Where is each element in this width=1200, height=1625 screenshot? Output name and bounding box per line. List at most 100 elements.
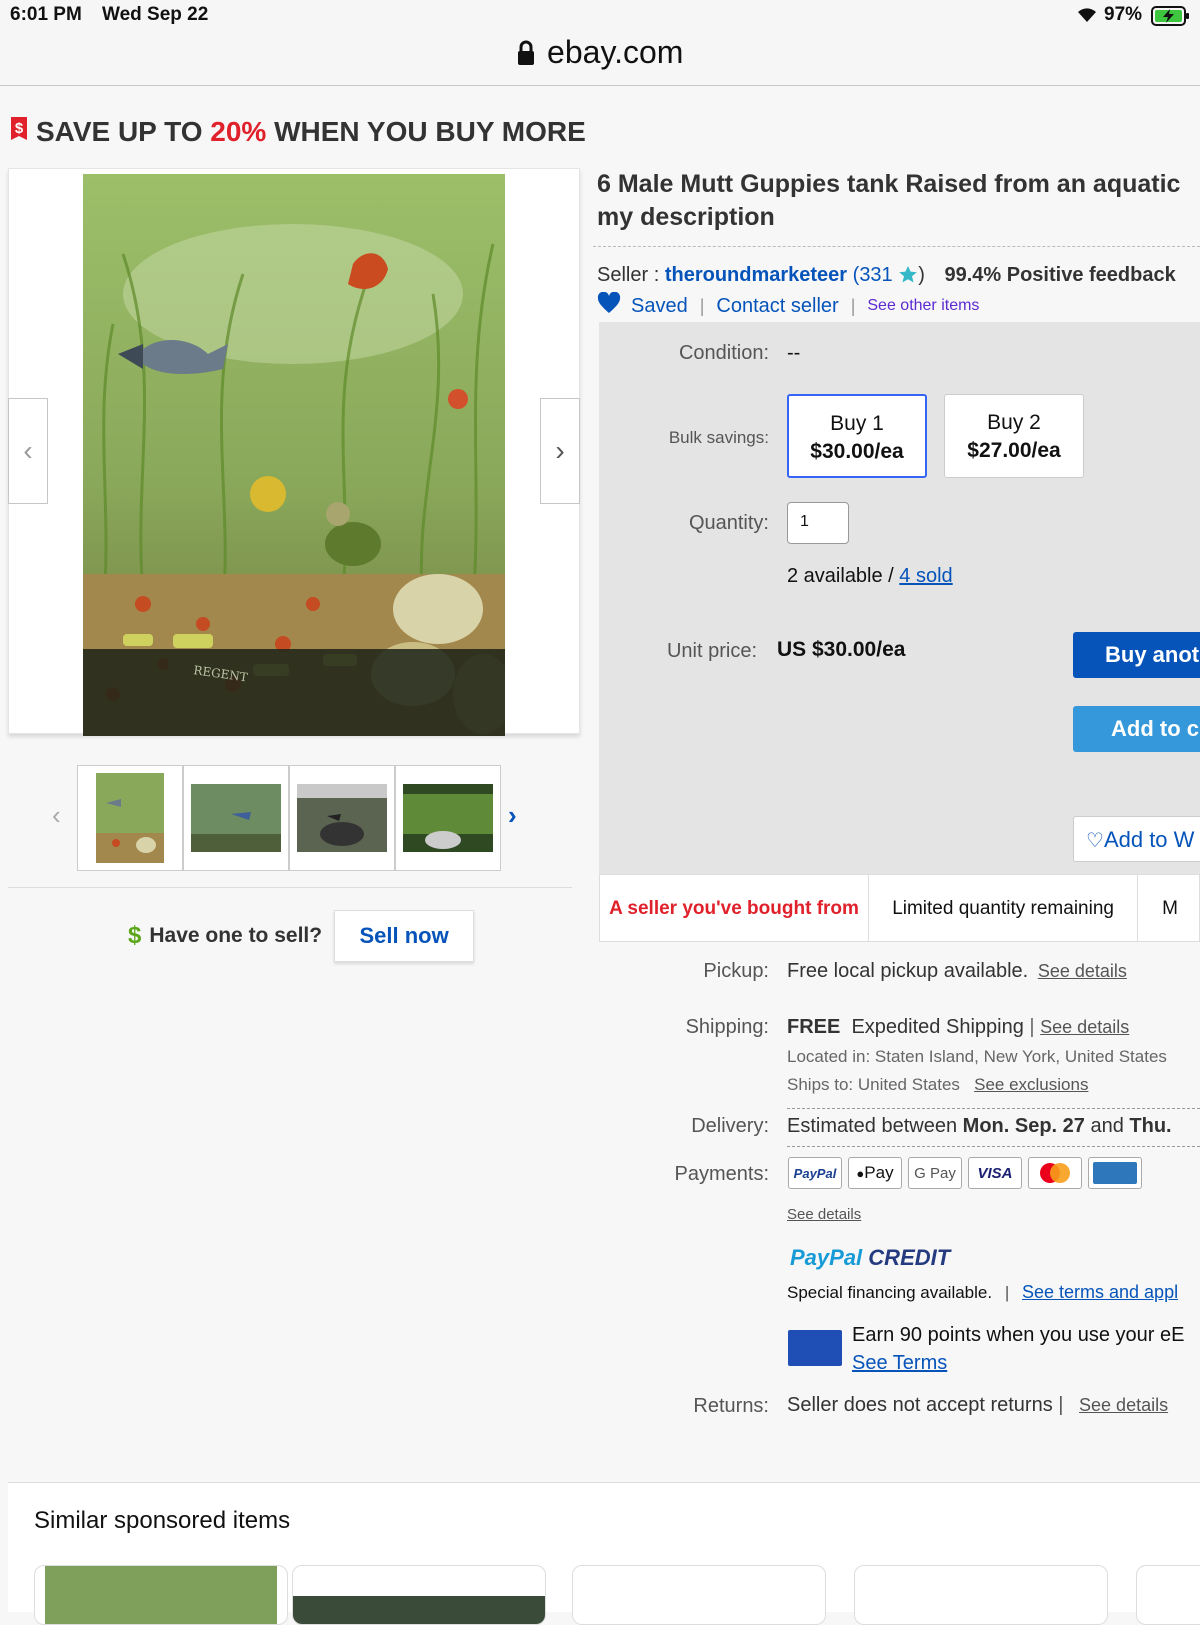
shipping-see-details-link[interactable]: See details [1040, 1017, 1129, 1037]
shipping-method: Expedited Shipping [851, 1016, 1024, 1038]
seller-name-link[interactable]: theroundmarketeer [665, 264, 847, 286]
address-bar[interactable]: ebay.com [0, 30, 1200, 86]
title-line-2: my description [597, 203, 775, 231]
bulk-option-buy-1[interactable]: Buy 1 $30.00/ea [787, 394, 927, 478]
seller-actions: Saved | Contact seller | See other items [597, 291, 979, 320]
badge-limited-quantity: Limited quantity remaining [869, 875, 1139, 941]
ebay-mastercard-icon [788, 1330, 842, 1366]
see-terms-link[interactable]: See Terms [852, 1352, 947, 1375]
see-other-items-link[interactable]: See other items [867, 297, 979, 315]
bulk-qty: Buy 2 [987, 411, 1041, 434]
title-line-1: 6 Male Mutt Guppies tank Raised from an … [597, 170, 1181, 198]
earn-points-text: Earn 90 points when you use your eE [852, 1324, 1185, 1346]
thumbnail-3[interactable] [289, 765, 395, 871]
available-count: 2 available / [787, 565, 900, 587]
seller-prefix: Seller : [597, 264, 665, 286]
svg-text:$: $ [15, 120, 24, 137]
unit-price-label: Unit price: [666, 640, 757, 662]
thumbnail-4[interactable] [395, 765, 501, 871]
score-close: ) [918, 264, 925, 286]
condition-value: -- [787, 342, 801, 364]
positive-feedback: 99.4% Positive feedback [944, 264, 1176, 286]
see-exclusions-link[interactable]: See exclusions [974, 1075, 1088, 1094]
see-terms-apply-link[interactable]: See terms and appl [1022, 1282, 1178, 1302]
similar-item-card[interactable] [292, 1565, 546, 1625]
paypal-credit-logo: PayPal CREDIT [790, 1245, 950, 1271]
promo-text-prefix: SAVE UP TO [36, 115, 211, 147]
financing-line: Special financing available. | See terms… [787, 1282, 1178, 1303]
thumbnail-1[interactable] [77, 765, 183, 871]
pickup-label: Pickup: [703, 960, 769, 982]
returns-label: Returns: [693, 1395, 769, 1417]
separator: | [1004, 1283, 1010, 1302]
score-open: ( [847, 264, 860, 286]
promo-banner: $ SAVE UP TO 20% WHEN YOU BUY MORE [8, 113, 586, 150]
seller-info: Seller : theroundmarketeer (331 ) 99.4% … [597, 264, 1176, 287]
seller-badges: A seller you've bought from Limited quan… [599, 874, 1200, 942]
delivery-end: Thu. [1129, 1115, 1172, 1137]
buy-it-now-button[interactable]: Buy anot [1073, 632, 1200, 678]
returns-value: Seller does not accept returns | See det… [787, 1394, 1168, 1417]
thumbnails-prev-icon[interactable]: ‹ [52, 800, 61, 831]
pickup-text: Free local pickup available. [787, 960, 1029, 982]
thumbnails-next-icon[interactable]: › [508, 800, 517, 831]
divider [787, 1108, 1200, 1109]
gallery-next-button[interactable]: › [540, 398, 580, 504]
sold-link[interactable]: 4 sold [899, 565, 952, 587]
google-pay-icon: G Pay [908, 1157, 962, 1189]
status-time: 6:01 PM [10, 4, 82, 25]
quantity-label: Quantity: [688, 512, 769, 534]
badge-more: M [1162, 897, 1178, 919]
divider [593, 246, 1200, 247]
thumbnail-2[interactable] [183, 765, 289, 871]
apple-pay-label: Pay [864, 1163, 894, 1182]
condition-label: Condition: [678, 342, 769, 364]
shipping-free: FREE [787, 1016, 841, 1038]
visa-icon: VISA [968, 1157, 1022, 1189]
similar-sponsored-section: Similar sponsored items [8, 1482, 1200, 1625]
paypal-credit-credit: CREDIT [868, 1245, 951, 1270]
sell-now-button[interactable]: Sell now [334, 910, 475, 962]
returns-text: Seller does not accept returns [787, 1394, 1053, 1416]
add-to-cart-button[interactable]: Add to c [1073, 706, 1200, 752]
apple-pay-icon: ● Pay [848, 1157, 902, 1189]
similar-sponsored-title: Similar sponsored items [34, 1507, 291, 1534]
delivery-label: Delivery: [691, 1115, 769, 1137]
similar-item-card[interactable] [34, 1565, 288, 1625]
item-location: Located in: Staten Island, New York, Uni… [787, 1047, 1167, 1066]
status-date: Wed Sep 22 [102, 4, 209, 25]
url-text[interactable]: ebay.com [547, 32, 683, 72]
contact-seller-link[interactable]: Contact seller [716, 295, 838, 318]
thumbnail-strip [77, 765, 501, 871]
paypal-credit-paypal: PayPal [790, 1245, 863, 1270]
seller-feedback-score[interactable]: 331 [859, 264, 892, 286]
similar-item-card[interactable] [1136, 1565, 1200, 1625]
bulk-option-buy-2[interactable]: Buy 2 $27.00/ea [944, 394, 1084, 478]
payments-see-details-link[interactable]: See details [787, 1206, 861, 1223]
quantity-input[interactable]: 1 [787, 502, 849, 544]
similar-item-card[interactable] [572, 1565, 826, 1625]
add-to-watchlist-button[interactable]: ♡Add to W [1073, 816, 1200, 862]
ships-to: Ships to: United States See exclusions [787, 1075, 1088, 1095]
mastercard-icon [1028, 1157, 1082, 1189]
delivery-value: Estimated between Mon. Sep. 27 and Thu. [787, 1115, 1172, 1138]
gallery-prev-button[interactable]: ‹ [8, 398, 48, 504]
watchlist-label: Add to W [1103, 827, 1195, 852]
returns-see-details-link[interactable]: See details [1079, 1395, 1168, 1415]
ships-to-text: Ships to: United States [787, 1075, 960, 1094]
similar-item-card[interactable] [854, 1565, 1108, 1625]
heart-icon[interactable] [597, 291, 621, 320]
status-bar: 6:01 PM Wed Sep 22 97% [0, 0, 1200, 30]
unit-price-value: US $30.00/ea [777, 638, 906, 661]
pickup-see-details-link[interactable]: See details [1038, 961, 1127, 981]
saved-link[interactable]: Saved [631, 295, 688, 318]
pickup-value: Free local pickup available. See details [787, 960, 1127, 983]
main-product-image[interactable]: REGENT [83, 174, 505, 736]
paypal-icon: PayPal [788, 1157, 842, 1189]
chevron-right-icon: › [555, 435, 565, 466]
sell-question: Have one to sell? [149, 924, 323, 947]
shipping-value: FREE Expedited Shipping | See details [787, 1016, 1129, 1039]
divider [787, 1146, 1200, 1147]
availability: 2 available / 4 sold [787, 565, 953, 588]
similar-item-image [293, 1596, 545, 1624]
